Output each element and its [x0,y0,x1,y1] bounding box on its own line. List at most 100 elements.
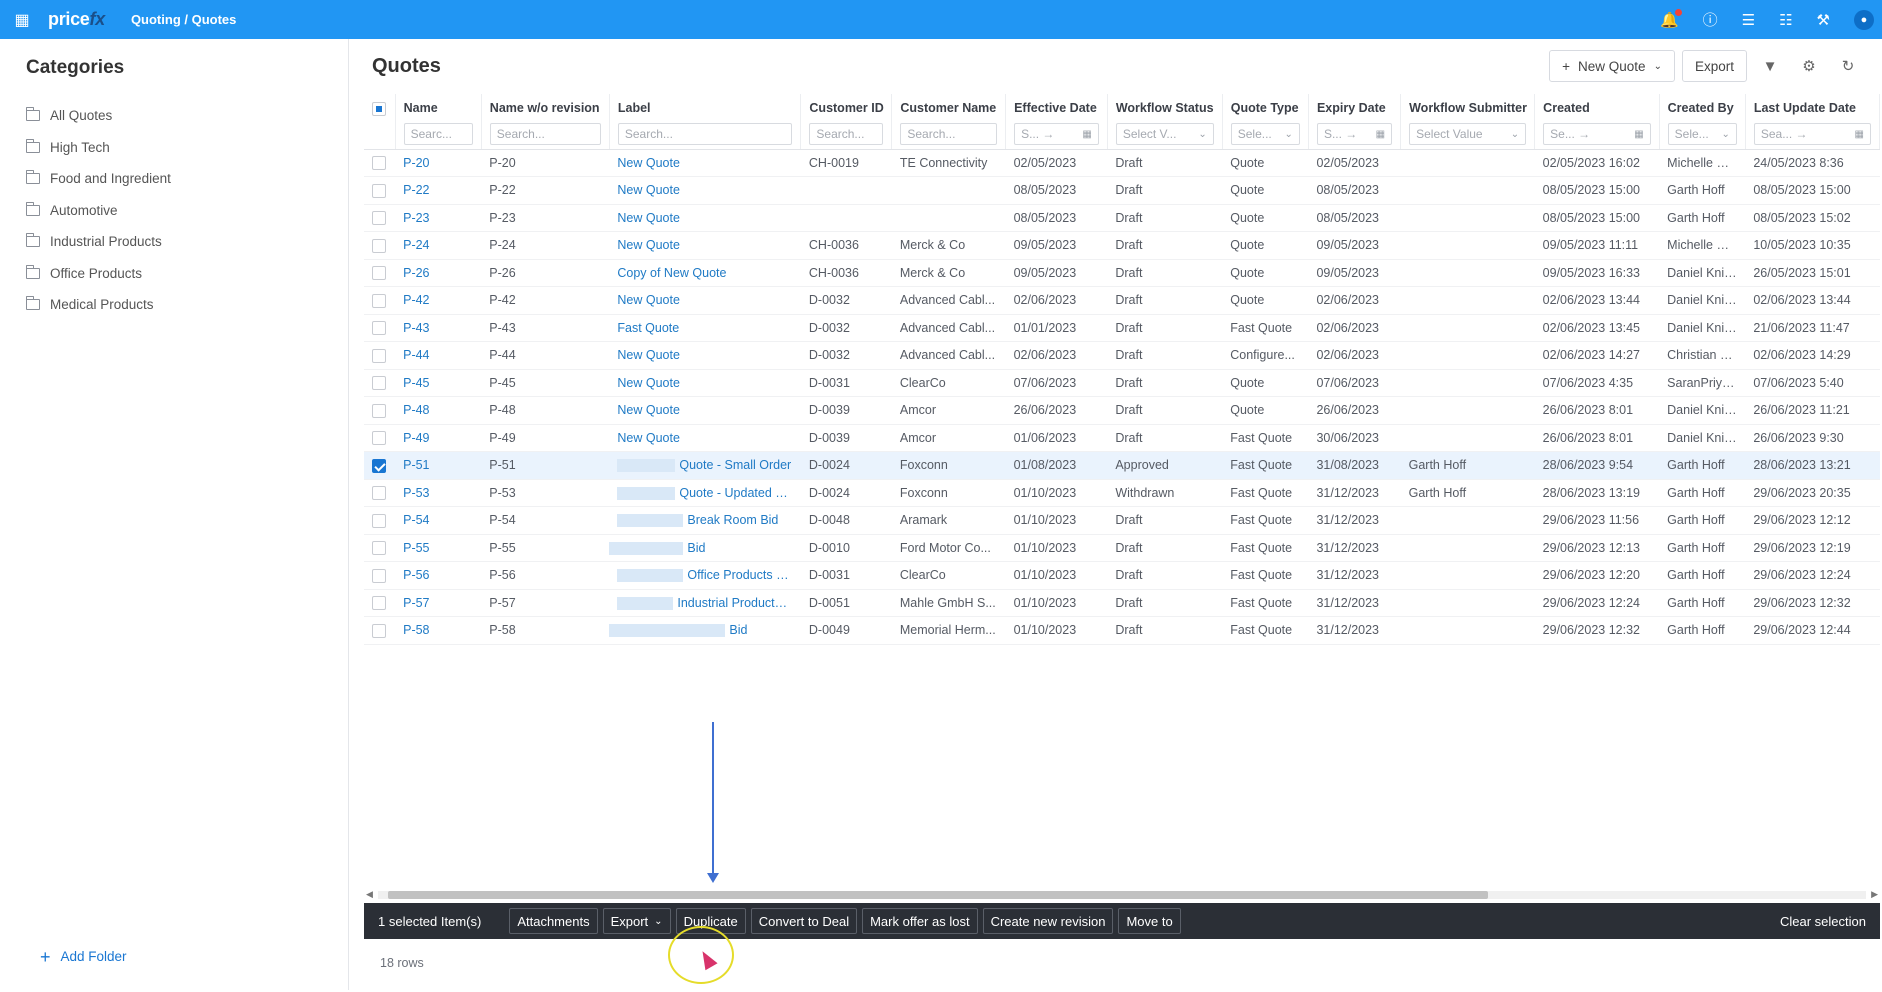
row-checkbox[interactable] [364,451,396,480]
quote-name[interactable]: P-57 [395,589,482,617]
row-checkbox[interactable] [364,204,396,232]
quote-label[interactable]: New Quote [609,231,801,260]
chevron-down-icon[interactable]: ⌄ [1511,129,1519,140]
table-row[interactable]: P-56 P-56 Office Products Bid D-0031 ClearCo… [364,561,1880,590]
row-checkbox[interactable] [364,314,396,342]
table-row[interactable]: P-48 P-48 New Quote D-0039 Amcor 26/06/2023 Dr… [364,396,1880,425]
quote-name[interactable]: P-22 [395,176,482,205]
category-item[interactable]: High Tech [25,132,171,164]
column-filter-input[interactable]: Sele... ⌄ [1667,123,1737,145]
table-row[interactable]: P-44 P-44 New Quote D-0032 Advanced Cabl... 0… [364,341,1880,370]
quote-name[interactable]: P-24 [395,231,482,260]
quote-name[interactable]: P-48 [395,396,482,425]
row-checkbox[interactable] [364,561,396,590]
calendar-icon[interactable]: ▦ [1634,129,1643,140]
column-filter-input[interactable]: Searc... [403,123,473,145]
column-filter-input[interactable]: Se... → ▦ [1543,123,1651,145]
quote-label[interactable]: Industrial Products Bid [609,589,801,617]
table-row[interactable]: P-54 P-54 Break Room Bid D-0048 Aramark 01/10… [364,506,1880,535]
chevron-down-icon[interactable]: ⌄ [1721,129,1729,140]
quote-label[interactable]: New Quote [609,396,801,425]
column-header[interactable]: Name Searc... [395,94,482,150]
row-checkbox[interactable] [364,341,396,370]
column-header[interactable]: Created By Sele... ⌄ [1659,94,1746,150]
tools-icon[interactable]: ⚒ [1817,11,1830,29]
quote-label[interactable]: New Quote [609,369,801,397]
horizontal-scrollbar[interactable]: ◀ ▶ [364,889,1880,901]
column-header[interactable]: Effective Date S... → ▦ [1005,94,1108,150]
row-checkbox[interactable] [364,231,396,260]
row-checkbox[interactable] [364,286,396,315]
export-dropdown-button[interactable]: Export ⌄ [602,908,671,934]
column-filter-input[interactable]: Select Value ⌄ [1409,123,1527,145]
quote-name[interactable]: P-56 [395,561,482,590]
quote-label[interactable]: Break Room Bid [609,506,801,535]
quote-name[interactable]: P-23 [395,204,482,232]
table-row[interactable]: P-26 P-26 Copy of New Quote CH-0036 Merck & … [364,259,1880,287]
table-row[interactable]: P-57 P-57 Industrial Products Bid D-0051 Mah… [364,589,1880,617]
attachments-button[interactable]: Attachments [509,908,598,934]
quote-label[interactable]: New Quote [609,149,801,177]
column-filter-input[interactable]: S... → ▦ [1316,123,1393,145]
column-header[interactable]: Name w/o revision Search... [481,94,610,150]
category-item[interactable]: Industrial Products [25,226,171,258]
user-avatar[interactable]: ● [1854,9,1874,30]
move-to-button[interactable]: Move to [1118,908,1181,934]
chevron-down-icon[interactable]: ⌄ [1285,129,1293,140]
quote-label[interactable]: Quote - Updated Bid [609,479,801,507]
row-checkbox[interactable] [364,424,396,452]
chevron-down-icon[interactable]: ⌄ [1198,129,1206,140]
quote-label[interactable]: New Quote [609,204,801,232]
table-row[interactable]: P-58 P-58 Bid D-0049 Memorial Herm... 01/10/2… [364,616,1880,645]
table-row[interactable]: P-23 P-23 New Quote 08/05/2023 Draft Quote 08/… [364,204,1880,232]
quote-name[interactable]: P-51 [395,451,482,480]
table-row[interactable]: P-51 P-51 Quote - Small Order D-0024 Foxconn… [364,451,1880,480]
quote-label[interactable]: New Quote [609,341,801,370]
calendar-icon[interactable]: ▦ [1376,129,1385,140]
quote-name[interactable]: P-20 [395,149,482,177]
category-item[interactable]: Automotive [25,195,171,227]
quote-name[interactable]: P-45 [395,369,482,397]
row-checkbox[interactable] [364,259,396,287]
quote-label[interactable]: Bid [609,616,801,645]
scroll-right-icon[interactable]: ▶ [1871,889,1878,900]
column-header[interactable]: Quote Type Sele... ⌄ [1222,94,1309,150]
quote-label[interactable]: Bid [609,534,801,562]
column-filter-input[interactable]: Sea... → ▦ [1753,123,1871,145]
quote-name[interactable]: P-42 [395,286,482,315]
quote-label[interactable]: Quote - Small Order [609,451,801,480]
bell-icon[interactable]: 🔔 [1660,8,1682,29]
scroll-left-icon[interactable]: ◀ [366,889,373,900]
column-filter-input[interactable]: S... → ▦ [1014,123,1099,145]
row-checkbox[interactable] [364,396,396,425]
table-row[interactable]: P-49 P-49 New Quote D-0039 Amcor 01/06/2023 Dr… [364,424,1880,452]
quote-label[interactable]: Copy of New Quote [609,259,801,287]
column-header[interactable]: Customer ID Search... [800,94,893,150]
table-row[interactable]: P-45 P-45 New Quote D-0031 ClearCo 07/06/2023… [364,369,1880,397]
table-row[interactable]: P-55 P-55 Bid D-0010 Ford Motor Co... 01/10/2… [364,534,1880,562]
refresh-icon[interactable]: ↻ [1832,50,1864,82]
category-item[interactable]: All Quotes [25,100,171,132]
quote-name[interactable]: P-44 [395,341,482,370]
table-row[interactable]: P-22 P-22 New Quote 08/05/2023 Draft Quote 08/… [364,176,1880,205]
table-row[interactable]: P-42 P-42 New Quote D-0032 Advanced Cabl... 0… [364,286,1880,315]
calendar-icon[interactable]: ▦ [1855,129,1864,140]
column-header[interactable]: Last Update Date Sea... → ▦ [1745,94,1880,150]
column-header[interactable]: Created Se... → ▦ [1534,94,1660,150]
row-checkbox[interactable] [364,479,396,507]
quote-name[interactable]: P-49 [395,424,482,452]
column-filter-input[interactable]: Select V... ⌄ [1115,123,1214,145]
category-item[interactable]: Office Products [25,258,171,290]
convert-to-deal-button[interactable]: Convert to Deal [750,908,858,934]
column-filter-input[interactable]: Search... [900,123,998,145]
table-row[interactable]: P-20 P-20 New Quote CH-0019 TE Connectivity 0… [364,149,1880,177]
quote-name[interactable]: P-43 [395,314,482,342]
quote-label[interactable]: Office Products Bid [609,561,801,590]
column-filter-input[interactable]: Search... [617,123,793,145]
select-all-checkbox[interactable] [364,94,396,150]
row-checkbox[interactable] [364,149,396,177]
export-button[interactable]: Export [1681,50,1747,82]
calendar-icon[interactable]: ▦ [1082,129,1091,140]
row-checkbox[interactable] [364,534,396,562]
column-filter-input[interactable]: Sele... ⌄ [1230,123,1300,145]
